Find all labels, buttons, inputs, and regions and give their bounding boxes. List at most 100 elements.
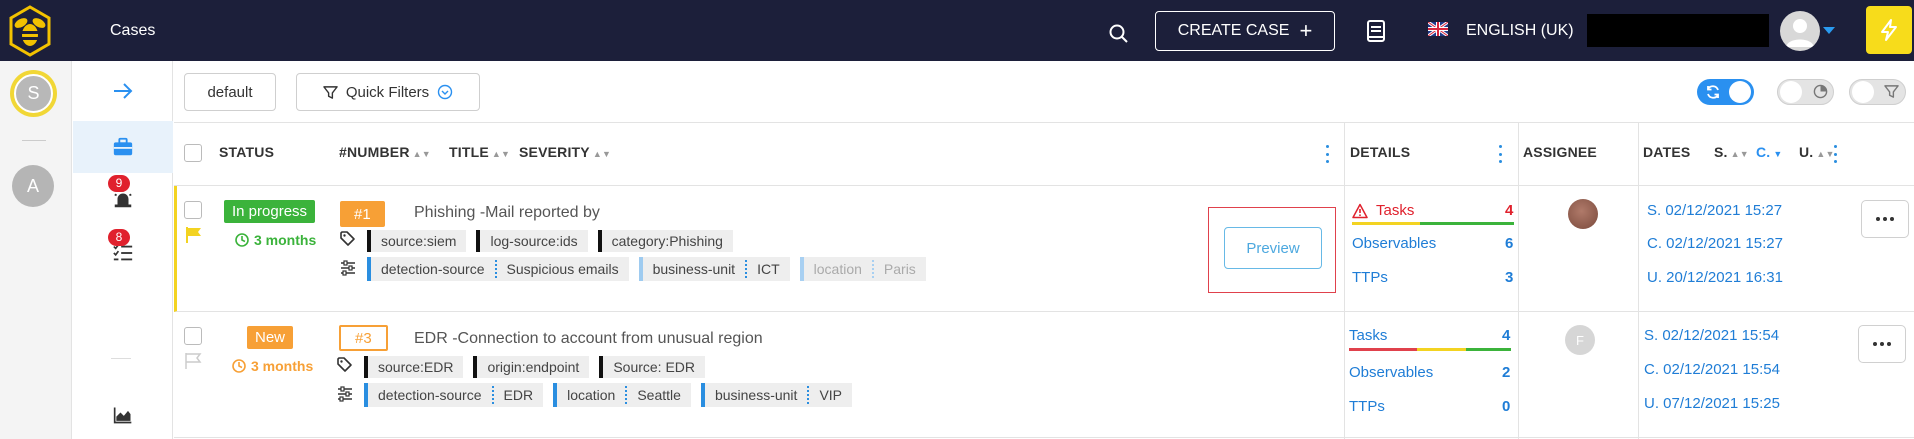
tags-icon [340, 231, 355, 246]
custom-field-name: business-unit [652, 261, 736, 277]
assignee-avatar[interactable] [1568, 199, 1598, 229]
nav-dashboards[interactable] [73, 391, 173, 439]
assignee-avatar[interactable]: F [1565, 325, 1595, 355]
preview-button[interactable]: Preview [1224, 227, 1322, 269]
auto-refresh-toggle[interactable] [1697, 79, 1754, 105]
create-case-button[interactable]: CREATE CASE + [1155, 11, 1335, 51]
language-selector[interactable]: ENGLISH (UK) [1466, 22, 1574, 40]
tag[interactable]: Source: EDR [599, 356, 706, 378]
case-age: 3 months [231, 358, 313, 374]
org-initial: S [14, 74, 53, 113]
search-icon[interactable] [1105, 20, 1133, 48]
main-nav: 9 8 [73, 61, 173, 439]
tag-list: source:EDR origin:endpoint Source: EDR [364, 356, 706, 378]
tag[interactable]: category:Phishing [597, 230, 733, 252]
observables-link[interactable]: Observables [1352, 235, 1436, 252]
ttps-count: 3 [1505, 269, 1514, 286]
title-column-options-icon[interactable] [1324, 145, 1330, 163]
quick-filters-button[interactable]: Quick Filters [296, 73, 480, 111]
dates-created-label: C. [1756, 144, 1771, 160]
column-status[interactable]: STATUS [219, 144, 274, 160]
observables-link[interactable]: Observables [1349, 364, 1433, 381]
sliders-icon [338, 386, 352, 402]
user-menu-caret-icon[interactable] [1823, 27, 1835, 34]
select-all-checkbox[interactable] [184, 144, 202, 162]
book-icon[interactable] [1363, 18, 1389, 44]
stats-toggle[interactable] [1777, 79, 1834, 105]
table-row[interactable]: New 3 months #3 EDR -Connection to accou… [174, 312, 1914, 438]
tag[interactable]: source:EDR [364, 356, 464, 378]
filter-panel-toggle[interactable] [1849, 79, 1906, 105]
create-case-label: CREATE CASE [1177, 22, 1290, 39]
custom-field[interactable]: detection-source Suspicious emails [367, 257, 629, 281]
column-number[interactable]: #NUMBER ▲▼ [339, 144, 431, 160]
custom-field[interactable]: detection-source EDR [364, 383, 544, 407]
pie-chart-icon [1813, 84, 1828, 99]
sort-dates-updated[interactable]: U. ▲▼ [1799, 144, 1835, 160]
case-title[interactable]: Phishing -Mail reported by [414, 204, 600, 222]
flag-icon[interactable] [185, 226, 203, 244]
status-badge: In progress [224, 200, 316, 223]
column-title[interactable]: TITLE ▲▼ [449, 144, 510, 160]
filter-icon [323, 85, 338, 99]
tasks-count: 4 [1502, 327, 1511, 344]
row-checkbox[interactable] [184, 327, 202, 345]
custom-field-value: Suspicious emails [506, 261, 619, 277]
sort-dates-created[interactable]: C. ▼ [1756, 144, 1783, 160]
case-age: 3 months [234, 232, 316, 248]
ttps-link[interactable]: TTPs [1352, 269, 1388, 286]
sort-desc-icon: ▼ [1773, 149, 1783, 159]
user-avatar[interactable] [1780, 11, 1820, 51]
column-assignee: ASSIGNEE [1523, 144, 1597, 160]
custom-field-name: location [567, 387, 616, 403]
user-icon [1786, 19, 1814, 47]
default-view-button[interactable]: default [184, 73, 276, 111]
column-severity[interactable]: SEVERITY ▲▼ [519, 144, 611, 160]
tasks-link[interactable]: Tasks [1349, 327, 1387, 344]
case-title[interactable]: EDR -Connection to account from unusual … [414, 330, 763, 348]
date-start: S. 02/12/2021 15:54 [1644, 327, 1780, 344]
tags-icon [337, 357, 352, 372]
sort-dates-start[interactable]: S. ▲▼ [1714, 144, 1749, 160]
row-checkbox[interactable] [184, 201, 202, 219]
organisation-rail: S A [0, 61, 72, 439]
clock-icon [232, 359, 246, 373]
custom-field-list: detection-source Suspicious emails busine… [367, 257, 926, 281]
tasks-link[interactable]: Tasks [1376, 202, 1414, 219]
arrow-right-icon [114, 83, 133, 99]
org-avatar-current[interactable]: S [10, 70, 57, 117]
custom-field[interactable]: location Paris [799, 257, 926, 281]
org-avatar-other[interactable]: A [12, 165, 54, 207]
nav-alerts[interactable]: 9 [73, 173, 173, 225]
tag[interactable]: source:siem [367, 230, 467, 252]
clock-icon [235, 233, 249, 247]
tag[interactable]: log-source:ids [476, 230, 588, 252]
date-start: S. 02/12/2021 15:27 [1647, 202, 1783, 219]
thehive-logo[interactable] [0, 0, 60, 61]
custom-field[interactable]: location Seattle [553, 383, 691, 407]
case-number[interactable]: #3 [339, 325, 388, 351]
flag-icon[interactable] [184, 352, 202, 370]
row-actions-button[interactable] [1858, 325, 1906, 363]
dates-column-options-icon[interactable] [1832, 145, 1838, 163]
nav-cases[interactable] [73, 121, 173, 173]
area-chart-icon [113, 407, 132, 424]
custom-field-value: ICT [757, 261, 780, 277]
date-updated: U. 20/12/2021 16:31 [1647, 269, 1783, 286]
custom-field[interactable]: business-unit VIP [700, 383, 853, 407]
nav-tasks[interactable]: 8 [73, 227, 173, 279]
row-actions-button[interactable] [1861, 200, 1909, 238]
column-number-label: #NUMBER [339, 144, 410, 160]
expand-nav-button[interactable] [73, 61, 173, 121]
custom-field[interactable]: business-unit ICT [638, 257, 790, 281]
date-created: C. 02/12/2021 15:27 [1647, 235, 1783, 252]
case-number[interactable]: #1 [340, 201, 385, 227]
details-column-options-icon[interactable] [1497, 145, 1503, 163]
tag[interactable]: origin:endpoint [473, 356, 590, 378]
table-row[interactable]: In progress 3 months #1 Phishing -Mail r… [174, 186, 1914, 312]
bee-logo-icon [9, 4, 51, 57]
date-updated: U. 07/12/2021 15:25 [1644, 395, 1780, 412]
cases-toolbar: default Quick Filters [174, 61, 1914, 123]
ttps-link[interactable]: TTPs [1349, 398, 1385, 415]
bolt-icon[interactable] [1866, 6, 1912, 54]
